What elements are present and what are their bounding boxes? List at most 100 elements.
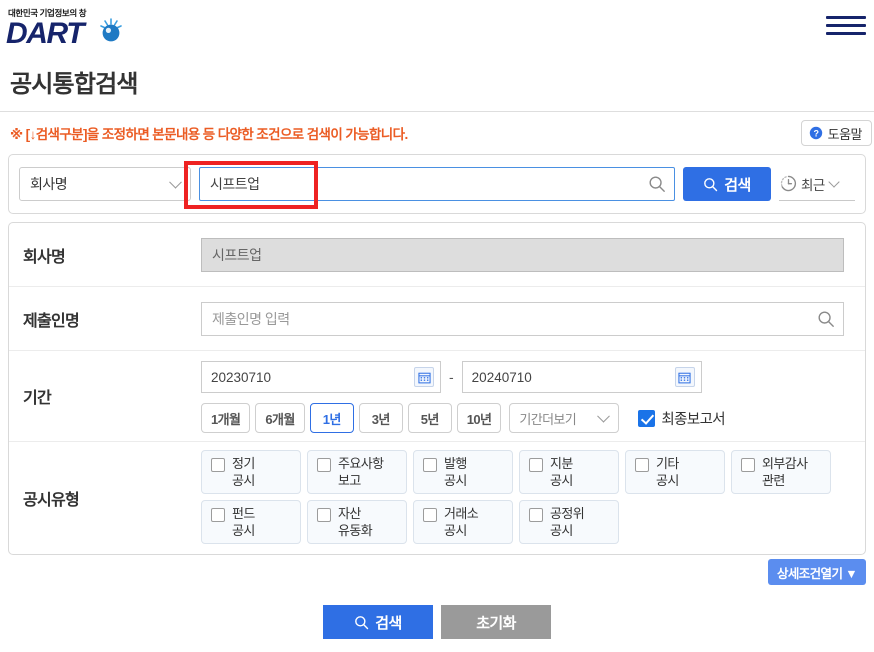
disclosure-type-label-line1: 정기 <box>232 456 255 471</box>
checkbox-box <box>423 458 437 472</box>
disclosure-type-checkbox[interactable]: 기타공시 <box>625 450 725 494</box>
period-label: 기간 <box>23 390 52 407</box>
search-conditions-panel: 회사명 시프트업 제출인명 기간 <box>8 222 866 555</box>
company-name-input: 시프트업 <box>201 237 844 272</box>
disclosure-type-label-line2: 공시 <box>232 473 255 488</box>
keyword-input-wrap <box>199 167 675 201</box>
disclosure-type-label-line2: 공시 <box>444 523 467 538</box>
filer-name-body <box>201 301 851 336</box>
disclosure-type-label-line1: 펀드 <box>232 506 255 521</box>
disclosure-type-label-line1: 외부감사 <box>762 456 808 471</box>
hamburger-bar <box>826 32 866 35</box>
date-to-value: 20240710 <box>471 369 532 385</box>
logo-wordmark: DART <box>6 17 85 50</box>
site-header: 대한민국 기업정보의 창 DART <box>0 0 874 56</box>
period-more-select[interactable]: 기간더보기 <box>509 403 620 433</box>
disclosure-type-label-line2: 관련 <box>762 473 785 488</box>
search-button-label: 검색 <box>724 176 751 194</box>
dart-logo[interactable]: 대한민국 기업정보의 창 DART <box>6 7 136 51</box>
clock-history-icon <box>780 175 797 192</box>
calendar-icon[interactable] <box>674 367 695 387</box>
hamburger-bar <box>826 24 866 27</box>
disclosure-type-checkbox[interactable]: 정기공시 <box>201 450 301 494</box>
reset-button[interactable]: 초기화 <box>441 605 551 639</box>
calendar-icon[interactable] <box>414 367 434 387</box>
disclosure-type-checkbox[interactable]: 공정위공시 <box>519 500 619 544</box>
disclosure-type-label-line1: 공정위 <box>550 506 585 521</box>
open-detail-conditions-button[interactable]: 상세조건열기 ▼ <box>767 559 866 585</box>
submit-search-label: 검색 <box>375 614 402 632</box>
date-from-field[interactable]: 20230710 <box>201 361 441 393</box>
help-button[interactable]: ? 도움말 <box>800 120 872 146</box>
disclosure-type-label-line2: 공시 <box>550 523 573 538</box>
period-preset-button[interactable]: 1개월 <box>201 403 251 433</box>
disclosure-type-label-line2: 공시 <box>444 473 467 488</box>
disclosure-type-checkbox[interactable]: 외부감사관련 <box>731 450 831 494</box>
hamburger-bar <box>826 16 866 19</box>
disclosure-type-label-line1: 자산 <box>338 506 361 521</box>
search-button[interactable]: 검색 <box>683 167 771 201</box>
period-more-value: 기간더보기 <box>519 411 577 427</box>
disclosure-type-label-line2: 공시 <box>232 523 255 538</box>
period-preset-button[interactable]: 6개월 <box>255 403 305 433</box>
search-kind-select[interactable]: 회사명 <box>19 167 191 201</box>
disclosure-type-checkbox[interactable]: 발행공시 <box>413 450 513 494</box>
date-to-field[interactable]: 20240710 <box>461 361 702 393</box>
page-title: 공시통합검색 <box>10 71 138 98</box>
disclosure-type-label-line1: 거래소 <box>444 506 479 521</box>
period-preset-button[interactable]: 1년 <box>309 403 354 433</box>
period-preset-button[interactable]: 10년 <box>456 403 502 433</box>
disclosure-type-row-group: 펀드 공시 자산 유동화 거래소 공시 공정위 공시 <box>201 500 851 544</box>
dart-disclosure-search-page: 대한민국 기업정보의 창 DART 공시통합검색 ※ [↓검색구분]을 조정하면… <box>0 0 874 652</box>
date-range-separator: - <box>449 369 454 385</box>
disclosure-type-label-line1: 주요사항 <box>338 456 384 471</box>
search-icon[interactable] <box>817 310 835 328</box>
submit-search-button[interactable]: 검색 <box>323 605 433 639</box>
period-row: 기간 20230710 - 20240710 1개월 6개월 1년 3년 5년 … <box>9 351 865 442</box>
checkbox-box <box>317 458 331 472</box>
search-kind-value: 회사명 <box>30 176 68 192</box>
chevron-down-icon <box>597 409 611 423</box>
dart-orb-icon <box>100 18 122 42</box>
disclosure-type-label-line2: 유동화 <box>338 523 373 538</box>
filer-name-row: 제출인명 <box>9 287 865 351</box>
chevron-down-icon <box>169 175 182 189</box>
checkbox-box <box>635 458 649 472</box>
search-icon[interactable] <box>648 175 666 193</box>
help-button-label: 도움말 <box>827 126 863 142</box>
disclosure-type-row: 공시유형 정기 공시 주요사항 보고 발행 공시 지분 공시 기타 공시 외부감사 관련 펀드 공시 자산 유… <box>9 442 865 554</box>
checkbox-box <box>423 508 437 522</box>
search-panel: 회사명 검색 <box>8 154 866 214</box>
recent-searches-dropdown[interactable]: 최근 <box>779 167 855 201</box>
disclosure-type-label-line2: 공시 <box>656 473 679 488</box>
checkbox-box <box>638 409 656 427</box>
disclosure-type-checkbox[interactable]: 펀드공시 <box>201 500 301 544</box>
checkbox-box <box>211 508 225 522</box>
disclosure-type-label-line1: 기타 <box>656 456 679 471</box>
disclosure-type-label-line2: 보고 <box>338 473 361 488</box>
help-pin-icon: ? <box>809 126 822 140</box>
search-input[interactable] <box>199 167 675 201</box>
detail-toggle-row: 상세조건열기 ▼ <box>8 559 866 593</box>
disclosure-type-checkbox[interactable]: 지분 공시 <box>519 450 619 494</box>
search-icon <box>355 615 369 629</box>
period-preset-button[interactable]: 5년 <box>407 403 452 433</box>
disclosure-type-checkbox[interactable]: 거래소공시 <box>413 500 513 544</box>
filer-name-label: 제출인명 <box>23 312 80 330</box>
disclosure-type-checkbox[interactable]: 자산유동화 <box>307 500 407 544</box>
period-body: 20230710 - 20240710 1개월 6개월 1년 3년 5년 10년… <box>201 351 851 441</box>
filer-name-input[interactable] <box>201 301 844 336</box>
disclosure-type-label: 공시유형 <box>23 492 80 509</box>
chevron-down-icon <box>828 175 840 188</box>
notice-text: ※ [↓검색구분]을 조정하면 본문내용 등 다양한 조건으로 검색이 가능합니… <box>10 127 408 142</box>
final-report-checkbox[interactable]: 최종보고서 <box>638 408 726 429</box>
period-preset-group: 1개월 6개월 1년 3년 5년 10년 기간더보기 최종보고서 <box>201 403 851 433</box>
search-icon <box>704 177 718 191</box>
disclosure-type-label-line1: 발행 <box>444 456 467 471</box>
action-button-row: 검색 초기화 <box>0 605 874 639</box>
period-preset-button[interactable]: 3년 <box>358 403 403 433</box>
search-row: 회사명 검색 <box>9 155 865 213</box>
date-range: 20230710 - 20240710 <box>201 361 851 393</box>
hamburger-menu-icon[interactable] <box>826 16 866 40</box>
disclosure-type-checkbox[interactable]: 주요사항보고 <box>307 450 407 494</box>
